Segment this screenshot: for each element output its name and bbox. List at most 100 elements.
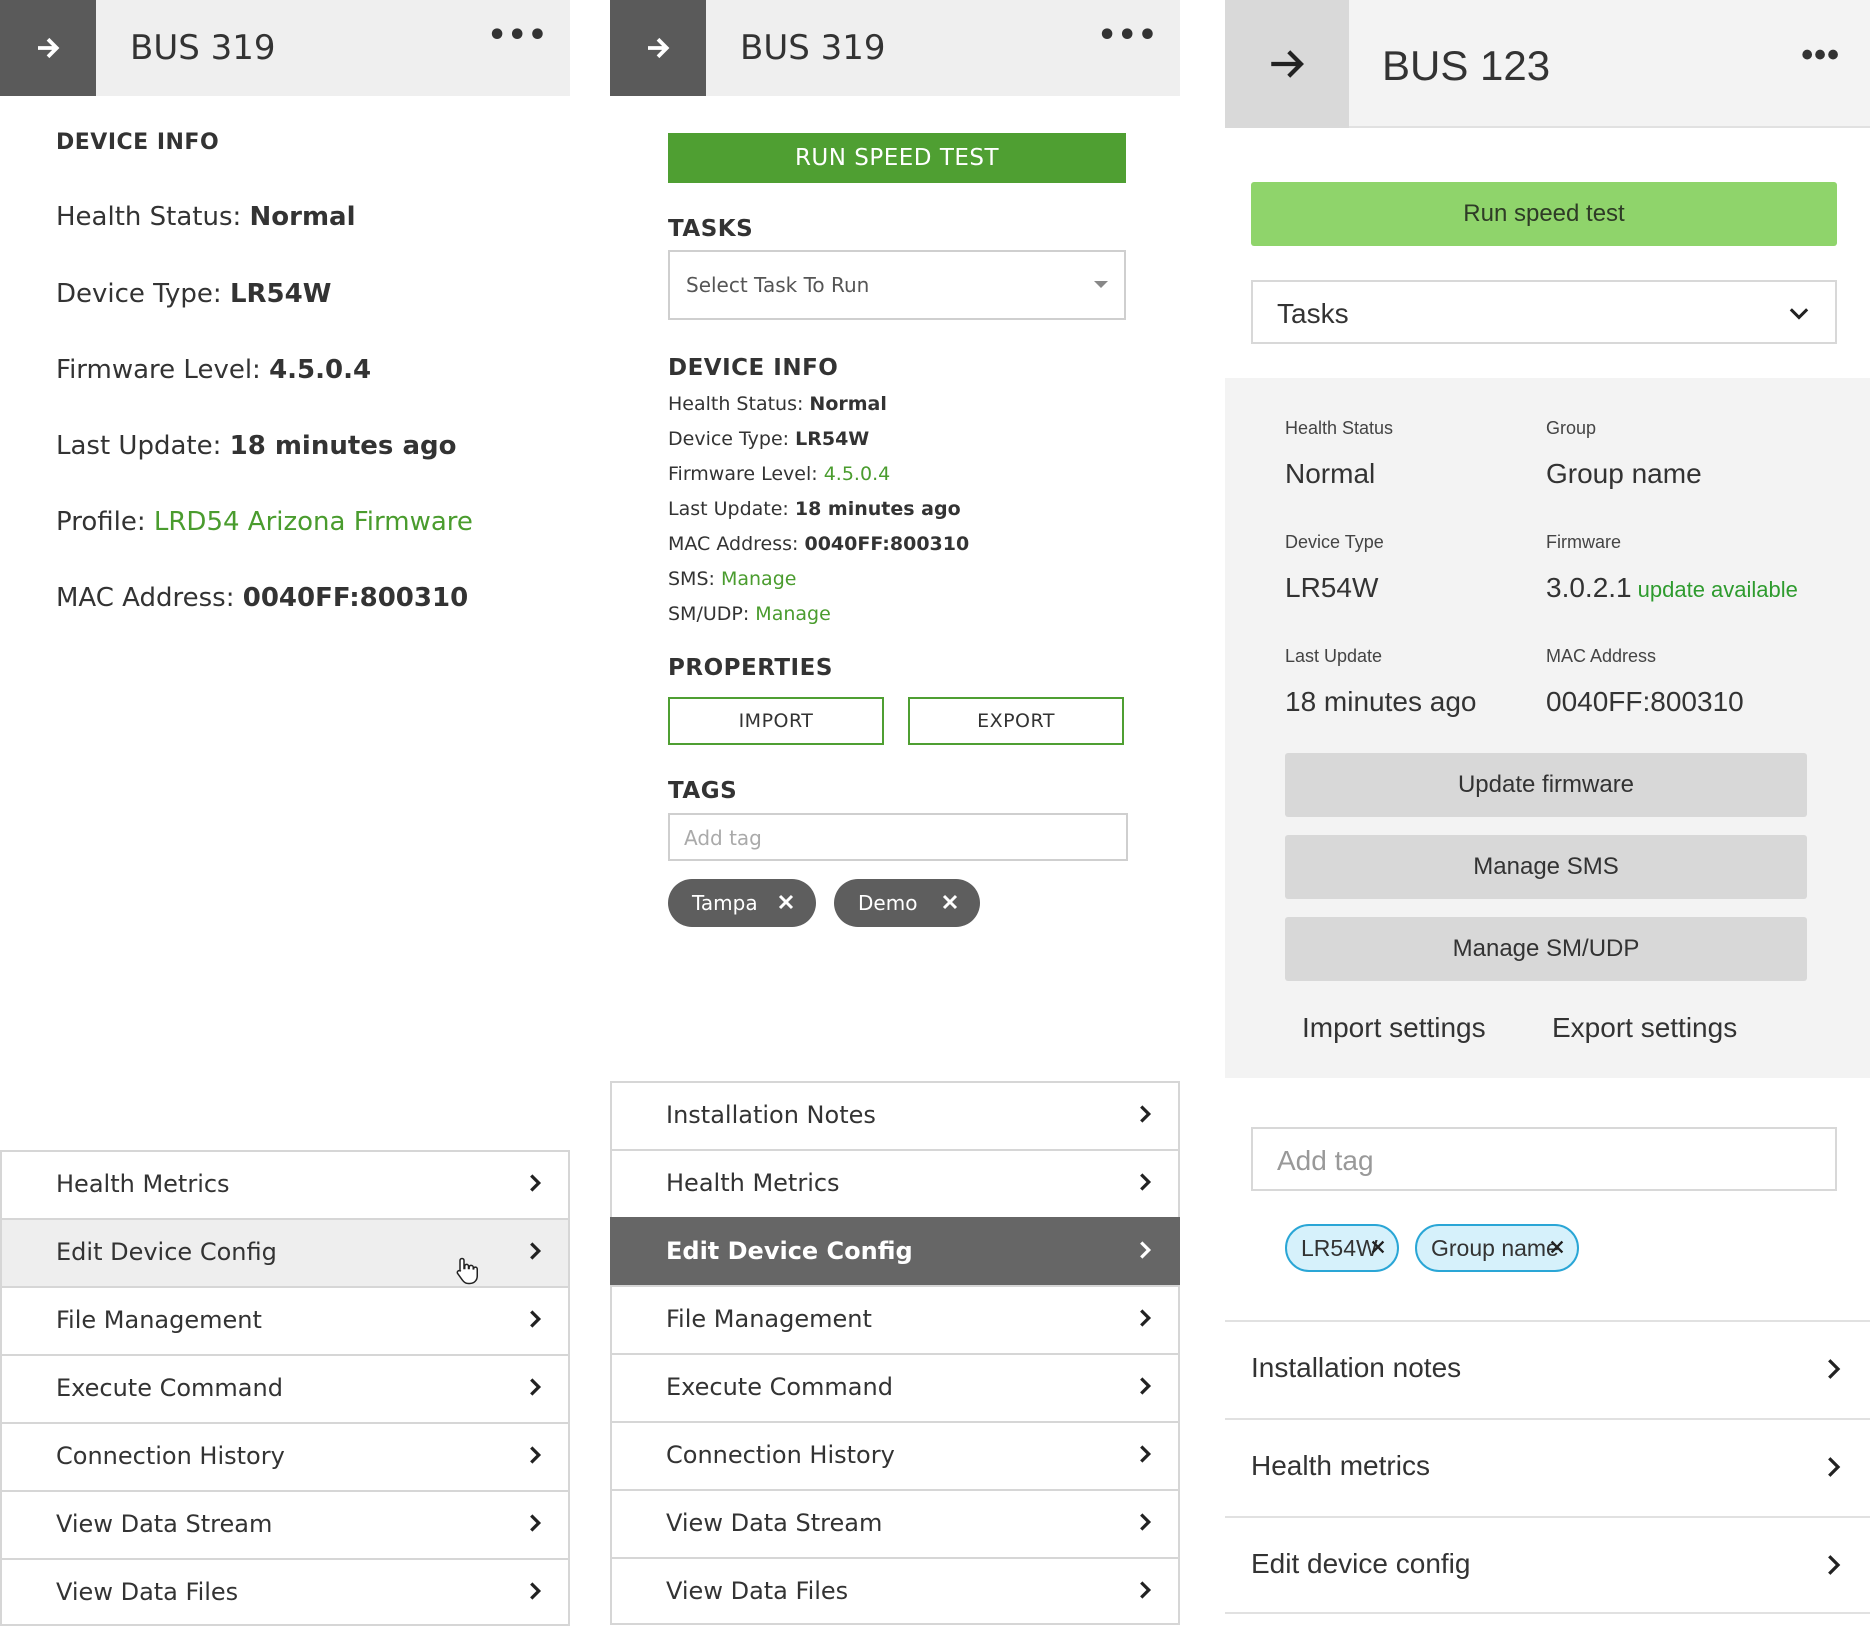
group-value: Group name: [1546, 458, 1702, 489]
menu-item-installation-notes[interactable]: Installation notes: [1225, 1320, 1870, 1418]
menu-item-execute-command[interactable]: Execute Command: [0, 1354, 570, 1422]
menu-item-health-metrics[interactable]: Health metrics: [1225, 1418, 1870, 1516]
health-status-row: Health Status: Normal: [668, 393, 887, 415]
panel-header: BUS 319 •••: [610, 0, 1180, 96]
close-icon[interactable]: [1369, 1238, 1387, 1256]
export-button[interactable]: EXPORT: [908, 697, 1124, 745]
device-menu: Installation Notes Health Metrics Edit D…: [610, 1081, 1180, 1625]
device-type-label: Device Type: [1285, 532, 1384, 552]
smudp-row: SM/UDP: Manage: [668, 603, 831, 625]
close-icon[interactable]: [776, 892, 796, 912]
menu-item-edit-device-config[interactable]: Edit device config: [1225, 1516, 1870, 1614]
chevron-right-icon: [530, 1378, 542, 1396]
update-firmware-button[interactable]: Update firmware: [1285, 753, 1807, 817]
mac-address-value: 0040FF:800310: [1546, 686, 1744, 717]
run-speed-test-button[interactable]: Run speed test: [1251, 182, 1837, 246]
collapse-button[interactable]: [1225, 0, 1349, 128]
collapse-button[interactable]: [0, 0, 96, 96]
chevron-right-icon: [530, 1310, 542, 1328]
health-status-row: Health Status: Normal: [56, 202, 356, 232]
profile-link[interactable]: LRD54 Arizona Firmware: [154, 507, 473, 537]
device-info-card: Health Status Normal Group Group name De…: [1225, 378, 1870, 1078]
chevron-right-icon: [1140, 1581, 1152, 1599]
panel-header: BUS 319 •••: [0, 0, 570, 96]
menu-item-connection-history[interactable]: Connection History: [610, 1421, 1180, 1489]
add-tag-input[interactable]: Add tag: [1251, 1127, 1837, 1191]
more-options-icon[interactable]: •••: [1801, 36, 1840, 75]
health-status-label: Health Status: [1285, 418, 1394, 438]
device-type-row: Device Type: LR54W: [668, 428, 870, 450]
chevron-right-icon: [530, 1514, 542, 1532]
firmware-link[interactable]: 4.5.0.4: [824, 463, 890, 485]
more-options-icon[interactable]: •••: [1097, 18, 1158, 53]
close-icon[interactable]: [1548, 1238, 1566, 1256]
firmware-level-row: Firmware Level: 4.5.0.4: [56, 355, 372, 385]
task-select[interactable]: Select Task To Run: [668, 250, 1126, 320]
export-settings-button[interactable]: Export settings: [1552, 1012, 1737, 1044]
chevron-down-icon: [1789, 308, 1809, 320]
menu-item-installation-notes[interactable]: Installation Notes: [610, 1081, 1180, 1149]
device-panel-actions: BUS 319 ••• RUN SPEED TEST TASKS Select …: [610, 0, 1180, 1628]
device-type-row: Device Type: LR54W: [56, 279, 332, 309]
sms-manage-link[interactable]: Manage: [721, 568, 796, 590]
panel-header: BUS 123 •••: [1225, 0, 1870, 128]
menu-item-edit-device-config[interactable]: Edit Device Config: [610, 1217, 1180, 1285]
menu-item-connection-history[interactable]: Connection History: [0, 1422, 570, 1490]
menu-item-view-data-stream[interactable]: View Data Stream: [610, 1489, 1180, 1557]
last-update-value: 18 minutes ago: [1285, 686, 1477, 717]
more-options-icon[interactable]: •••: [487, 18, 548, 53]
chevron-right-icon: [530, 1242, 542, 1260]
chevron-right-icon: [1140, 1309, 1152, 1327]
menu-item-view-data-stream[interactable]: View Data Stream: [0, 1490, 570, 1558]
menu-item-file-management[interactable]: File Management: [610, 1285, 1180, 1353]
import-settings-button[interactable]: Import settings: [1302, 1012, 1486, 1044]
firmware-level-row: Firmware Level: 4.5.0.4: [668, 463, 891, 485]
menu-item-edit-device-config[interactable]: Edit Device Config: [0, 1218, 570, 1286]
device-title: BUS 123: [1382, 42, 1551, 89]
manage-sms-button[interactable]: Manage SMS: [1285, 835, 1807, 899]
chevron-right-icon: [1140, 1105, 1152, 1123]
device-type-value: LR54W: [1285, 572, 1379, 603]
tags-heading: TAGS: [668, 778, 738, 804]
smudp-manage-link[interactable]: Manage: [755, 603, 830, 625]
tasks-select[interactable]: Tasks: [1251, 280, 1837, 344]
tag-chip-lr54w: LR54W: [1285, 1224, 1399, 1272]
close-icon[interactable]: [940, 892, 960, 912]
tag-chip-group-name: Group name: [1415, 1224, 1579, 1272]
arrow-right-icon: [38, 37, 60, 59]
sms-row: SMS: Manage: [668, 568, 797, 590]
device-info-heading: DEVICE INFO: [56, 130, 220, 155]
menu-item-file-management[interactable]: File Management: [0, 1286, 570, 1354]
chevron-right-icon: [1828, 1457, 1841, 1477]
mac-address-row: MAC Address: 0040FF:800310: [668, 533, 970, 555]
chevron-right-icon: [1140, 1173, 1152, 1191]
menu-item-view-data-files[interactable]: View Data Files: [0, 1558, 570, 1626]
chevron-right-icon: [1140, 1241, 1152, 1259]
device-panel-detailed: BUS 319 ••• DEVICE INFO Health Status: N…: [0, 0, 570, 1628]
manage-smudp-button[interactable]: Manage SM/UDP: [1285, 917, 1807, 981]
device-panel-redesign: BUS 123 ••• Run speed test Tasks Health …: [1225, 0, 1870, 1628]
menu-item-health-metrics[interactable]: Health Metrics: [610, 1149, 1180, 1217]
group-label: Group: [1546, 418, 1597, 438]
run-speed-test-button[interactable]: RUN SPEED TEST: [668, 133, 1126, 183]
update-available-link[interactable]: update available: [1638, 577, 1798, 602]
hand-cursor-icon: [456, 1257, 478, 1285]
firmware-value: 3.0.2.1 update available: [1546, 572, 1798, 603]
device-title: BUS 319: [130, 28, 276, 68]
last-update-label: Last Update: [1285, 646, 1383, 666]
menu-item-execute-command[interactable]: Execute Command: [610, 1353, 1180, 1421]
add-tag-input[interactable]: Add tag: [668, 813, 1128, 861]
menu-item-health-metrics[interactable]: Health Metrics: [0, 1150, 570, 1218]
chevron-right-icon: [1140, 1513, 1152, 1531]
device-menu: Installation notes Health metrics Edit d…: [1225, 1320, 1870, 1614]
chevron-right-icon: [1828, 1555, 1841, 1575]
chevron-right-icon: [530, 1582, 542, 1600]
chevron-right-icon: [530, 1446, 542, 1464]
import-button[interactable]: IMPORT: [668, 697, 884, 745]
task-select-placeholder: Select Task To Run: [686, 273, 870, 297]
menu-item-view-data-files[interactable]: View Data Files: [610, 1557, 1180, 1625]
arrow-right-icon: [648, 37, 670, 59]
collapse-button[interactable]: [610, 0, 706, 96]
last-update-row: Last Update: 18 minutes ago: [56, 431, 457, 461]
health-status-value: Normal: [1285, 458, 1376, 489]
